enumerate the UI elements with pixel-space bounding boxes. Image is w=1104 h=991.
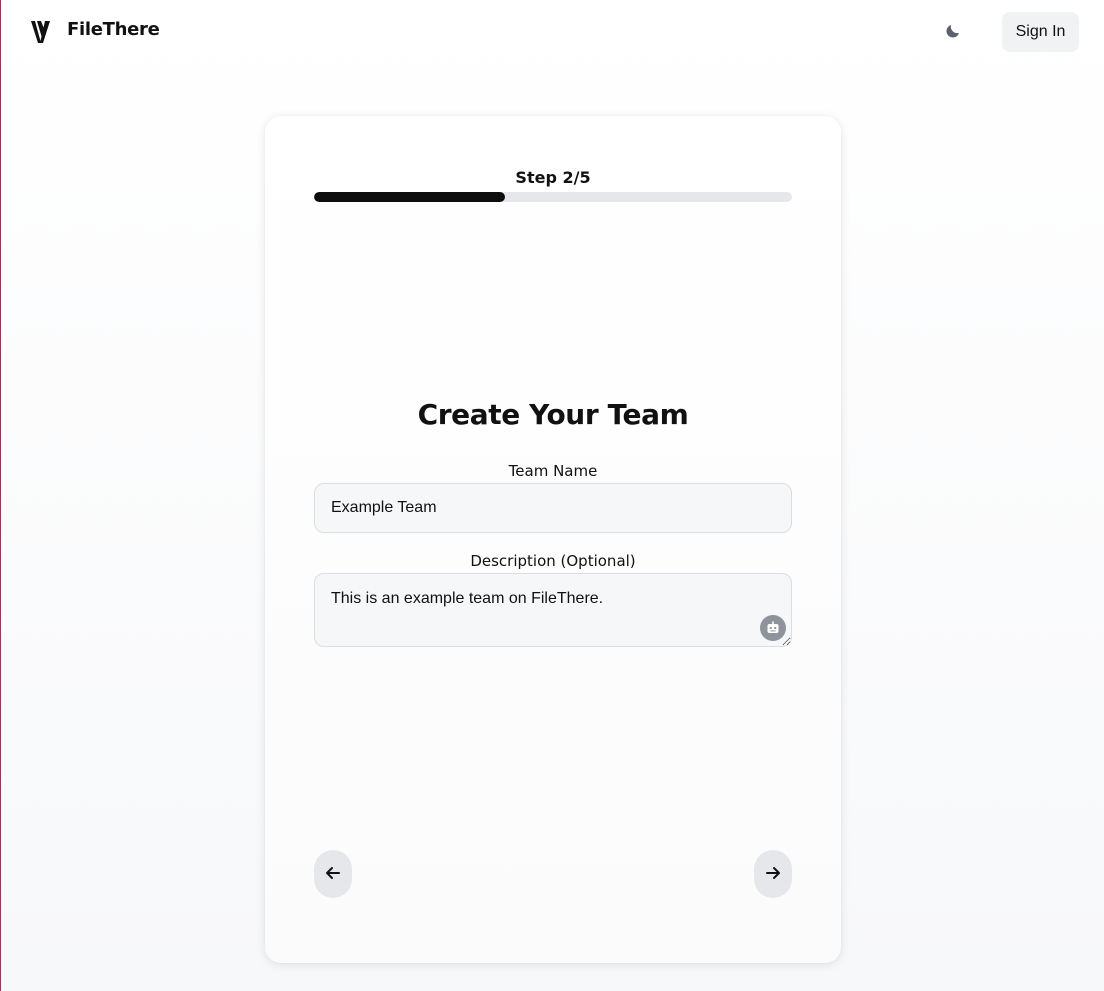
- top-header: FileThere Sign In: [1, 0, 1104, 64]
- team-name-label: Team Name: [508, 462, 598, 480]
- sign-in-button[interactable]: Sign In: [1002, 12, 1079, 52]
- moon-icon[interactable]: [941, 19, 965, 43]
- step-indicator: Step 2/5: [515, 168, 591, 187]
- arrow-right-icon: [765, 865, 781, 884]
- next-button[interactable]: [754, 850, 792, 898]
- brand-name[interactable]: FileThere: [67, 19, 160, 40]
- progress-fill: [314, 192, 506, 202]
- back-button[interactable]: [314, 850, 352, 898]
- robot-icon[interactable]: [760, 615, 786, 641]
- create-team-card: Step 2/5 Create Your Team Team Name Desc…: [265, 116, 841, 963]
- filethere-logo-icon[interactable]: [29, 18, 53, 46]
- description-textarea[interactable]: This is an example team on FileThere.: [314, 573, 792, 647]
- progress-bar: [314, 192, 792, 202]
- description-label: Description (Optional): [470, 552, 636, 570]
- team-name-input[interactable]: [314, 483, 792, 533]
- arrow-left-icon: [325, 865, 341, 884]
- page-title: Create Your Team: [417, 398, 689, 431]
